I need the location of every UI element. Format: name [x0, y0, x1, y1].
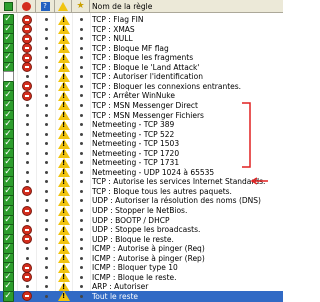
dot-icon: [44, 266, 48, 270]
dot-icon: [79, 151, 83, 155]
allow-dot-icon: [25, 151, 29, 155]
dot-icon: [79, 46, 83, 50]
dot-icon: [44, 247, 48, 251]
dot-icon: [44, 123, 48, 127]
dot-icon: [44, 218, 48, 222]
dot-icon: [79, 285, 83, 289]
rule-row[interactable]: ✓ Tout le reste: [0, 290, 283, 302]
allow-dot-icon: [25, 75, 29, 79]
column-ask-header[interactable]: ?: [36, 0, 55, 12]
dot-icon: [79, 170, 83, 174]
allow-dot-icon: [25, 247, 29, 251]
dot-icon: [44, 151, 48, 155]
dot-icon: [79, 218, 83, 222]
rule-ask-cell[interactable]: [40, 291, 52, 302]
allow-dot-icon: [25, 123, 29, 127]
dot-icon: [44, 103, 48, 107]
dot-icon: [79, 237, 83, 241]
dot-icon: [79, 180, 83, 184]
block-icon: [21, 1, 31, 11]
dot-icon: [79, 75, 83, 79]
dot-icon: [79, 27, 83, 31]
dot-icon: [44, 237, 48, 241]
dot-icon: [79, 113, 83, 117]
dot-icon: [44, 180, 48, 184]
checkbox-icon: [3, 1, 13, 11]
allow-dot-icon: [25, 142, 29, 146]
dot-icon: [44, 199, 48, 203]
dot-icon: [44, 189, 48, 193]
dot-icon: [79, 123, 83, 127]
dot-icon: [44, 113, 48, 117]
dot-icon: [44, 46, 48, 50]
column-name-header[interactable]: Nom de la règle: [92, 0, 152, 13]
dot-icon: [79, 294, 83, 298]
column-action-header[interactable]: [17, 0, 36, 12]
rule-log-cell[interactable]: [75, 291, 87, 302]
dot-icon: [44, 285, 48, 289]
dot-icon: [44, 170, 48, 174]
table-header: ? ★ Nom de la règle: [0, 0, 283, 13]
dot-icon: [44, 18, 48, 21]
dot-icon: [79, 56, 83, 60]
allow-dot-icon: [25, 103, 29, 107]
dot-icon: [79, 94, 83, 98]
warning-icon: [58, 1, 68, 11]
dot-icon: [44, 37, 48, 41]
dot-icon: [44, 228, 48, 232]
dot-icon: [79, 209, 83, 212]
dot-icon: [79, 65, 83, 69]
dot-icon: [79, 266, 83, 270]
rule-alert-cell[interactable]: [58, 291, 70, 302]
star-icon: ★: [76, 0, 85, 11]
allow-dot-icon: [25, 180, 29, 184]
question-icon: ?: [40, 1, 50, 11]
dot-icon: [44, 256, 48, 260]
allow-dot-icon: [25, 256, 29, 260]
dot-icon: [44, 294, 48, 298]
dot-icon: [44, 209, 48, 212]
rule-name: Tout le reste: [92, 291, 139, 301]
dot-icon: [79, 132, 83, 136]
allow-dot-icon: [25, 285, 29, 289]
dot-icon: [44, 142, 48, 146]
allow-dot-icon: [25, 170, 29, 174]
rule-action-cell[interactable]: [21, 291, 33, 302]
dot-icon: [79, 247, 83, 251]
rules-table: ? ★ Nom de la règle ✓TCP : Flag FIN✓TCP …: [0, 0, 283, 302]
dot-icon: [44, 27, 48, 31]
dot-icon: [79, 199, 83, 203]
rule-enabled-cell[interactable]: ✓: [2, 290, 14, 302]
dot-icon: [79, 103, 83, 107]
column-log-header[interactable]: ★: [72, 0, 90, 12]
dot-icon: [79, 142, 83, 146]
dot-icon: [79, 256, 83, 260]
allow-dot-icon: [25, 199, 29, 203]
allow-dot-icon: [25, 132, 29, 136]
dot-icon: [44, 161, 48, 165]
allow-dot-icon: [25, 161, 29, 165]
dot-icon: [44, 65, 48, 69]
dot-icon: [44, 75, 48, 79]
dot-icon: [44, 275, 48, 279]
dot-icon: [79, 275, 83, 279]
dot-icon: [79, 18, 83, 21]
dot-icon: [79, 37, 83, 41]
dot-icon: [44, 84, 48, 88]
column-enabled-header[interactable]: [0, 0, 17, 12]
dot-icon: [44, 94, 48, 98]
dot-icon: [79, 84, 83, 88]
rule-enabled-checkbox[interactable]: ✓: [2, 290, 14, 302]
dot-icon: [79, 189, 83, 193]
column-alert-header[interactable]: [55, 0, 72, 12]
dot-icon: [44, 56, 48, 60]
dot-icon: [79, 228, 83, 232]
dot-icon: [79, 161, 83, 165]
allow-dot-icon: [25, 218, 29, 222]
allow-dot-icon: [25, 113, 29, 117]
dot-icon: [44, 132, 48, 136]
